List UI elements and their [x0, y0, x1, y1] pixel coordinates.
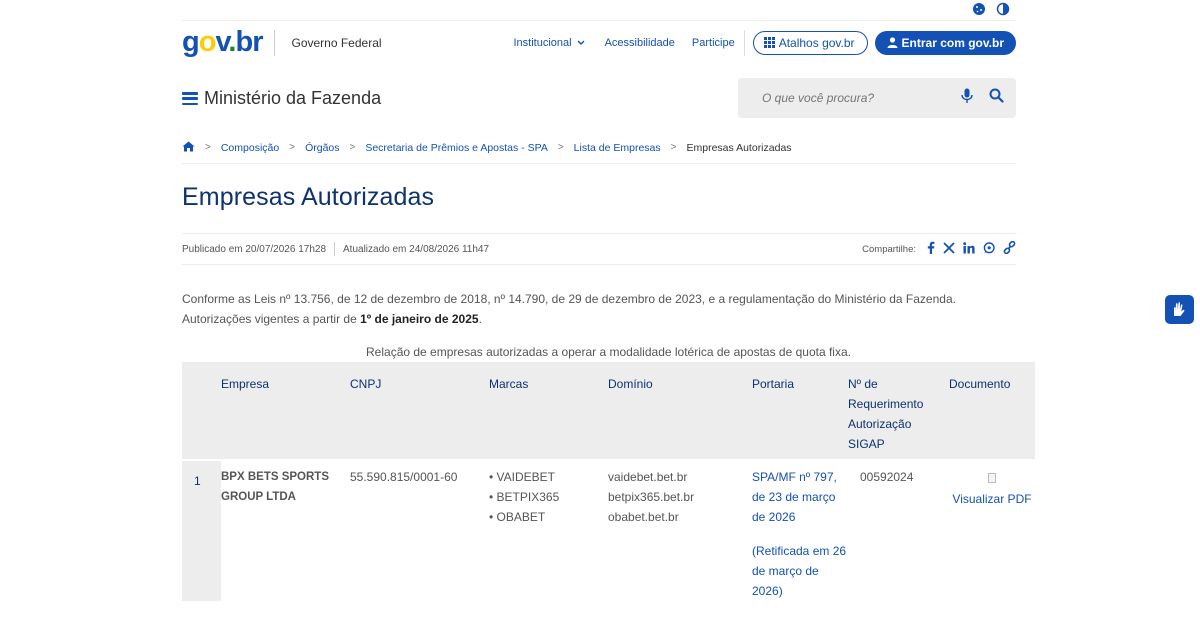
cell-marcas: VAIDEBET BETPIX365 OBABET [489, 460, 608, 601]
share-label: Compartilhe: [862, 243, 916, 255]
grid-icon [763, 37, 775, 48]
intro-paragraph: Conforme as Leis nº 13.756, de 12 de dez… [182, 289, 1016, 329]
breadcrumb-current: Empresas Autorizadas [686, 141, 792, 154]
entrar-govbr-button[interactable]: Entrar com gov.br [874, 30, 1016, 55]
col-header-dominio: Domínio [608, 362, 752, 460]
breadcrumb-spa[interactable]: Secretaria de Prêmios e Apostas - SPA [365, 142, 547, 154]
marca-item: OBABET [489, 507, 608, 527]
table-caption: Relação de empresas autorizadas a operar… [366, 345, 851, 359]
col-header-cnpj: CNPJ [350, 362, 489, 460]
cell-documento: Visualizar PDF [949, 460, 1035, 601]
logo-divider [274, 29, 276, 56]
marca-item: VAIDEBET [489, 467, 608, 487]
menu-icon[interactable] [182, 92, 198, 105]
site-name[interactable]: Ministério da Fazenda [204, 88, 381, 109]
link-icon[interactable] [1003, 240, 1016, 257]
chevron-down-icon [577, 40, 585, 45]
breadcrumb-separator: > [205, 142, 211, 153]
home-icon[interactable] [182, 141, 195, 155]
site-title: Ministério da Fazenda [182, 88, 381, 109]
published-date: Publicado em 20/07/2026 17h28 [182, 243, 327, 255]
share-bar: Compartilhe: [862, 240, 1016, 257]
search-input[interactable] [762, 91, 961, 105]
intro-line-2: Autorizações vigentes a partir de 1º de … [182, 312, 482, 326]
whatsapp-icon[interactable] [983, 241, 995, 257]
intro-effective-date: 1º de janeiro de 2025 [360, 312, 479, 326]
document-icon [988, 473, 996, 483]
col-header-documento: Documento [949, 362, 1035, 460]
linkedin-icon[interactable] [963, 241, 975, 257]
hands-icon [1173, 301, 1184, 316]
cell-empresa: BPX BETS SPORTS GROUP LTDA [221, 471, 329, 503]
cell-portaria: SPA/MF nº 797, de 23 de março de 2026 (R… [752, 460, 848, 601]
site-header: gov.br Governo Federal Institucional Ace… [182, 20, 1016, 64]
col-header-portaria: Portaria [752, 362, 848, 460]
governo-federal-label: Governo Federal [291, 35, 382, 50]
visualizar-pdf-link[interactable]: Visualizar PDF [949, 489, 1035, 509]
breadcrumb-separator: > [670, 142, 677, 153]
atalhos-button[interactable]: Atalhos gov.br [752, 30, 868, 55]
col-header-requerimento: Nº de Requerimento Autorização SIGAP [848, 362, 949, 460]
search-icon[interactable] [989, 88, 1004, 108]
top-utility-icons [972, 2, 1010, 16]
col-header-index [182, 362, 221, 460]
breadcrumb-separator: > [289, 142, 296, 153]
dominio-item: vaidebet.bet.br [608, 470, 688, 484]
row-index: 1 [182, 460, 221, 601]
nav-divider [743, 29, 745, 56]
search-bar [738, 78, 1016, 118]
header-nav: Institucional Acessibilidade Participe A… [513, 29, 1016, 56]
breadcrumb: > Composição > Órgãos > Secretaria de Pr… [182, 140, 1016, 164]
nav-acessibilidade[interactable]: Acessibilidade [605, 37, 675, 49]
cookie-icon[interactable] [972, 2, 986, 16]
table-row: 1 BPX BETS SPORTS GROUP LTDA 55.590.815/… [182, 460, 1035, 601]
dominio-item: betpix365.bet.br [608, 490, 695, 504]
contrast-icon[interactable] [996, 2, 1010, 16]
cell-dominio: vaidebet.bet.br betpix365.bet.br obabet.… [608, 460, 752, 601]
col-header-marcas: Marcas [489, 362, 608, 460]
breadcrumb-composicao[interactable]: Composição [221, 142, 279, 154]
breadcrumb-separator: > [557, 142, 564, 153]
microphone-icon[interactable] [961, 88, 973, 109]
nav-institucional[interactable]: Institucional [513, 37, 587, 49]
breadcrumb-lista-empresas[interactable]: Lista de Empresas [574, 142, 661, 154]
updated-date: Atualizado em 24/08/2026 11h47 [343, 243, 490, 255]
cell-requerimento: 00592024 [860, 470, 914, 484]
page-title: Empresas Autorizadas [182, 183, 435, 211]
user-icon [887, 37, 898, 48]
col-header-empresa: Empresa [221, 362, 350, 460]
dominio-item: obabet.bet.br [608, 510, 679, 524]
marca-item: BETPIX365 [489, 487, 608, 507]
publication-meta: Publicado em 20/07/2026 17h28 Atualizado… [182, 233, 1016, 265]
x-twitter-icon[interactable] [943, 241, 955, 257]
empresas-table: Empresa CNPJ Marcas Domínio Portaria Nº … [182, 362, 1035, 601]
meta-divider [334, 242, 336, 256]
portaria-link[interactable]: SPA/MF nº 797, de 23 de março de 2026 [752, 467, 848, 527]
breadcrumb-orgaos[interactable]: Órgãos [305, 142, 339, 154]
nav-participe[interactable]: Participe [692, 37, 735, 49]
vlibras-accessibility-button[interactable] [1165, 295, 1194, 324]
facebook-icon[interactable] [926, 241, 935, 257]
breadcrumb-separator: > [349, 142, 356, 153]
intro-line-1: Conforme as Leis nº 13.756, de 12 de dez… [182, 292, 956, 306]
cell-cnpj: 55.590.815/0001-60 [350, 470, 458, 484]
govbr-logo[interactable]: gov.br [182, 28, 263, 57]
table-header-row: Empresa CNPJ Marcas Domínio Portaria Nº … [182, 362, 1035, 460]
portaria-retificada-link[interactable]: (Retificada em 26 de março de 2026) [752, 541, 848, 601]
